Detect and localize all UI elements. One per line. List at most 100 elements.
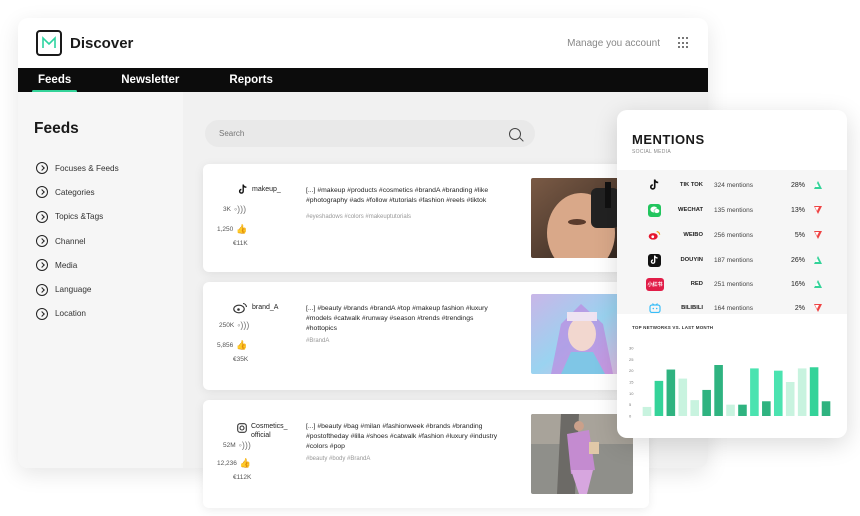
instagram-icon — [237, 422, 247, 433]
mentions-count: 135 mentions — [714, 206, 754, 214]
sidebar-item-label: Location — [55, 309, 86, 319]
mentions-list: TIK TOK 324 mentions 28% WECHAT 135 ment… — [617, 170, 847, 314]
chart-bar[interactable] — [726, 404, 735, 416]
chart-bar[interactable] — [666, 369, 676, 416]
y-tick-label: 5 — [629, 402, 632, 407]
search-icon[interactable] — [509, 127, 521, 140]
chart-bar[interactable] — [762, 401, 771, 416]
tiktok-icon — [237, 184, 248, 195]
mentions-pct: 13% — [790, 206, 805, 214]
chart-bar[interactable] — [702, 389, 711, 416]
chart-bar[interactable] — [785, 382, 795, 416]
feed-reach-value: 250K — [219, 321, 235, 329]
chart-bar[interactable] — [678, 378, 688, 416]
chart-bar[interactable] — [821, 401, 831, 416]
sidebar-item-label: Focuses & Feeds — [55, 163, 119, 173]
tiktok-icon — [648, 179, 661, 192]
feed-value: €35K — [233, 356, 248, 363]
feed-reach-value: 3K — [223, 205, 231, 213]
reach-icon: ◦))) — [233, 204, 247, 214]
red-icon: 小红书 — [646, 277, 664, 291]
mentions-network: BILIBILI — [681, 305, 703, 311]
chart-bar[interactable] — [690, 400, 700, 416]
douyin-icon — [648, 253, 661, 267]
chart-title: TOP NETWORKS VS. LAST MONTH — [632, 325, 714, 330]
mentions-count: 251 mentions — [714, 280, 754, 288]
feed-value: €11K — [233, 240, 248, 247]
sidebar-item-label: Channel — [55, 236, 86, 246]
sidebar-item-media[interactable]: Media — [36, 253, 183, 277]
tab-feeds[interactable]: Feeds — [32, 68, 78, 93]
sidebar-item-topics-tags[interactable]: Topics &Tags — [36, 205, 183, 229]
sidebar-item-label: Media — [55, 260, 78, 270]
feed-likes: 1,250 👍 — [217, 224, 248, 235]
mentions-panel: MENTIONS SOCIAL MEDIA TIK TOK 324 mentio… — [617, 110, 847, 438]
sidebar-title: Feeds — [34, 120, 79, 137]
apps-grid-icon[interactable] — [678, 37, 690, 49]
feed-value-amount: €35K — [233, 356, 249, 363]
chart-bar[interactable] — [809, 367, 819, 416]
feed-reach: 250K ◦))) — [219, 320, 249, 330]
feed-account-name: Cosmetics_ official — [251, 423, 288, 439]
feed-caption: [...] #beauty #brands #brandA #top #make… — [306, 305, 488, 332]
mentions-row[interactable]: WECHAT 135 mentions 13% — [617, 200, 847, 220]
sidebar-item-language[interactable]: Language — [36, 277, 183, 301]
mentions-count: 187 mentions — [714, 256, 754, 264]
trend-up-icon — [814, 280, 822, 288]
mentions-pct: 28% — [790, 181, 805, 189]
top-bar: Discover Manage you account — [18, 18, 708, 68]
feed-caption: [...] #makeup #products #cosmetics #bran… — [306, 187, 489, 204]
logo-icon[interactable] — [36, 30, 62, 56]
reach-icon: ◦))) — [237, 320, 250, 330]
feed-account: brand_A — [233, 302, 303, 313]
wechat-icon — [648, 203, 661, 217]
sidebar-item-focuses-feeds[interactable]: Focuses & Feeds — [36, 156, 183, 180]
sidebar-item-categories[interactable]: Categories — [36, 180, 183, 204]
app-title: Discover — [70, 34, 134, 52]
mentions-row[interactable]: TIK TOK 324 mentions 28% — [617, 175, 847, 195]
feed-card[interactable]: brand_A 250K ◦))) 5,856 👍 €35K [...] #beau… — [203, 282, 649, 390]
chevron-right-icon — [36, 210, 48, 223]
mentions-row[interactable]: BILIBILI 164 mentions 2% — [617, 298, 847, 318]
sidebar-item-label: Topics &Tags — [55, 212, 104, 222]
feed-account-name: brand_A — [252, 304, 279, 311]
y-tick-label: 25 — [629, 357, 634, 362]
feed-tags: #beauty #body #BrandA — [306, 456, 371, 462]
chart-bar[interactable] — [773, 370, 783, 416]
chart-bar[interactable] — [642, 406, 652, 416]
search-input[interactable] — [219, 129, 509, 138]
nav-bar: Feeds Newsletter Reports — [18, 68, 708, 93]
sidebar-item-location[interactable]: Location — [36, 302, 183, 326]
feed-likes-value: 1,250 — [217, 226, 234, 233]
chart-bar[interactable] — [738, 404, 747, 416]
mentions-row[interactable]: DOUYIN 187 mentions 26% — [617, 250, 847, 270]
search-bar — [205, 120, 535, 147]
feed-value-amount: €11K — [233, 240, 248, 247]
tab-newsletter[interactable]: Newsletter — [115, 68, 185, 92]
chart-bar[interactable] — [750, 368, 759, 416]
trend-down-icon — [814, 206, 822, 214]
chart-bar[interactable] — [714, 365, 723, 416]
mentions-count: 164 mentions — [714, 304, 754, 312]
trend-up-icon — [814, 256, 822, 264]
tab-reports[interactable]: Reports — [223, 68, 278, 92]
thumbs-up-icon: 👍 — [236, 224, 248, 234]
trend-up-icon — [814, 181, 822, 189]
feed-card[interactable]: Cosmetics_ official 52M ◦))) 12,236 👍 €112… — [203, 400, 649, 508]
chevron-right-icon — [36, 307, 48, 320]
trend-down-icon — [814, 304, 822, 312]
chart-bar[interactable] — [797, 368, 807, 416]
feed-likes: 12,236 👍 — [217, 458, 251, 469]
feed-account: Cosmetics_ official — [237, 422, 297, 440]
manage-account-link[interactable]: Manage you account — [567, 38, 660, 49]
mentions-row[interactable]: 小红书 RED 251 mentions 16% — [617, 274, 847, 294]
sidebar-item-channel[interactable]: Channel — [36, 229, 183, 253]
feed-reach: 3K ◦))) — [223, 204, 246, 214]
chart-bar[interactable] — [654, 380, 664, 416]
feed-tags: #eyeshadows #colors #makeuptutorials — [306, 214, 412, 220]
mentions-title: MENTIONS — [632, 132, 705, 147]
mentions-row[interactable]: WEIBO 256 mentions 5% — [617, 225, 847, 245]
mentions-pct: 26% — [790, 256, 805, 264]
feed-card[interactable]: makeup_ 3K ◦))) 1,250 👍 €11K [...] #makeup… — [203, 164, 649, 272]
weibo-icon — [648, 229, 661, 242]
